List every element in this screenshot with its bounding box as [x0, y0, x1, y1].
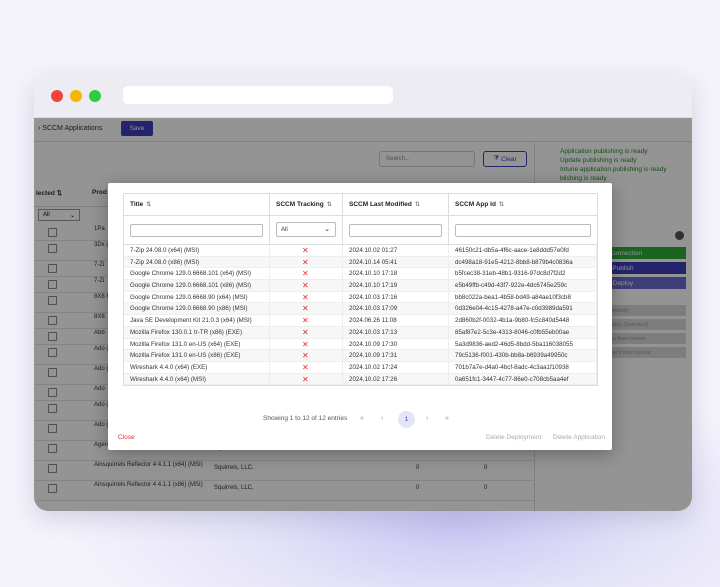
not-tracked-icon: ✕ [302, 257, 309, 267]
appid-cell: 2d860b2f-0032-4b1a-9b80-fc5c840d5448 [455, 317, 570, 325]
prev-page-icon[interactable]: ‹ [381, 415, 383, 422]
sort-icon: ⇅ [326, 202, 332, 208]
title-cell: Mozilla Firefox 131.0 en-US (x64) (EXE) [130, 340, 241, 348]
col-tracking-header[interactable]: SCCM Tracking ⇅ [270, 194, 343, 215]
title-cell: Java SE Development Kit 21.0.3 (x64) (MS… [130, 317, 252, 325]
modified-cell: 2024.10.02 01:27 [349, 247, 398, 254]
col-appid-header[interactable]: SCCM App Id ⇅ [449, 194, 597, 215]
deployment-modal: Title ⇅ SCCM Tracking ⇅ SCCM Last Modified… [108, 183, 612, 450]
not-tracked-icon: ✕ [302, 316, 309, 326]
not-tracked-icon: ✕ [302, 351, 309, 361]
app-area: › SCCM Applications Save Search... ⧩ Cle… [34, 118, 692, 511]
appid-cell: 5a3d9836-aed2-46d5-8bdd-5ba116038055 [455, 340, 573, 348]
modified-cell: 2024.10.03 17:13 [349, 328, 398, 336]
not-tracked-icon: ✕ [302, 292, 309, 302]
title-cell: Google Chrome 129.0.6668.90 (x86) (MSI) [130, 305, 248, 313]
sort-icon: ⇅ [414, 202, 420, 208]
page-button-current[interactable]: 1 [398, 411, 415, 428]
grid-header: Title ⇅ SCCM Tracking ⇅ SCCM Last Modified… [124, 194, 597, 216]
delete-application-button[interactable]: Delete Application [553, 434, 605, 441]
address-bar[interactable] [123, 86, 393, 104]
col-title-header[interactable]: Title ⇅ [124, 194, 270, 215]
grid-row[interactable]: Google Chrome 129.0.6668.90 (x64) (MSI) ✕… [124, 291, 597, 304]
minimize-window-dot[interactable] [70, 90, 82, 102]
tracking-filter-select[interactable]: All ⌄ [276, 222, 336, 237]
grid-body: 7-Zip 24.08.0 (x64) (MSI) ✕ 2024.10.02 01:… [124, 245, 597, 386]
title-cell: 7-Zip 24.08.0 (x64) (MSI) [130, 247, 200, 254]
grid-row[interactable]: Google Chrome 129.0.6668.90 (x86) (MSI) ✕… [124, 303, 597, 316]
grid-row[interactable]: Google Chrome 129.0.6668.101 (x64) (MSI)… [124, 268, 597, 281]
grid-row[interactable]: Mozilla Firefox 130.0.1 tr-TR (x86) (EXE… [124, 326, 597, 339]
sccm-grid: Title ⇅ SCCM Tracking ⇅ SCCM Last Modified… [123, 193, 598, 387]
appid-cell: 85af87e2-5c3e-4313-8046-c0fb55eb00ae [455, 328, 570, 336]
sort-icon: ⇅ [146, 202, 152, 208]
appid-cell: 46150c21-db5a-4f6c-aace-1e8ddd57e0fd [455, 247, 569, 254]
appid-cell: dc498a18-91e5-4212-8bb8-b879b4c0836a [455, 258, 573, 266]
title-filter-input[interactable] [130, 224, 263, 237]
maximize-window-dot[interactable] [89, 90, 101, 102]
not-tracked-icon: ✕ [302, 269, 309, 279]
not-tracked-icon: ✕ [302, 304, 309, 314]
grid-row[interactable]: Wireshark 4.4.0 (x64) (MSI) ✕ 2024.10.02 1… [124, 373, 597, 386]
modified-cell: 2024.10.09 17:31 [349, 352, 398, 360]
modified-cell: 2024.10.03 17:16 [349, 293, 398, 301]
title-cell: Google Chrome 129.0.6668.101 (x64) (MSI) [130, 270, 252, 278]
modified-cell: 2024.10.09 17:30 [349, 340, 398, 348]
title-cell: 7-Zip 24.08.0 (x86) (MSI) [130, 258, 200, 266]
close-button[interactable]: Close [118, 434, 135, 441]
appid-cell: 0a651fc1-3447-4c77-86e0-c708cb5aa4ef [455, 375, 569, 383]
browser-window: › SCCM Applications Save Search... ⧩ Cle… [34, 74, 692, 511]
appid-cell: e5b49ffb-c49d-43f7-922e-4dc6745e259c [455, 282, 568, 290]
delete-deployment-button[interactable]: Delete Deployment [486, 434, 541, 441]
appid-cell: bb8c022a-bea1-4b58-bd49-a84ae10f3cb8 [455, 293, 571, 301]
title-cell: Mozilla Firefox 130.0.1 tr-TR (x86) (EXE… [130, 328, 243, 336]
appid-cell: 0d326e04-4c15-4278-a47e-c0d3989da591 [455, 305, 573, 313]
grid-row[interactable]: Mozilla Firefox 131.0 en-US (x64) (EXE) ✕… [124, 338, 597, 351]
first-page-icon[interactable]: « [360, 415, 364, 422]
grid-row[interactable]: Mozilla Firefox 131.0 en-US (x86) (EXE) ✕… [124, 350, 597, 362]
title-cell: Wireshark 4.4.0 (x64) (EXE) [130, 363, 208, 371]
title-cell: Google Chrome 129.0.6668.90 (x64) (MSI) [130, 293, 248, 301]
next-page-icon[interactable]: › [426, 415, 428, 422]
chevron-down-icon: ⌄ [324, 226, 330, 233]
modified-cell: 2024.10.02 17:26 [349, 375, 398, 383]
not-tracked-icon: ✕ [302, 362, 309, 372]
not-tracked-icon: ✕ [302, 374, 309, 384]
appid-cell: b5fcec38-31eb-48b1-9316-97dc8d7f2d2 [455, 270, 566, 278]
pagination: Showing 1 to 12 of 12 entries « ‹ 1 › » [108, 411, 612, 428]
modified-cell: 2024.10.03 17:09 [349, 305, 398, 313]
modified-cell: 2024.10.10 17:19 [349, 282, 398, 290]
title-cell: Wireshark 4.4.0 (x64) (MSI) [130, 375, 206, 383]
appid-filter-input[interactable] [455, 224, 591, 237]
not-tracked-icon: ✕ [302, 339, 309, 349]
grid-row[interactable]: 7-Zip 24.08.0 (x86) (MSI) ✕ 2024.10.14 05:… [124, 256, 597, 269]
title-cell: Google Chrome 129.0.6668.101 (x86) (MSI) [130, 282, 252, 290]
close-window-dot[interactable] [51, 90, 63, 102]
not-tracked-icon: ✕ [302, 327, 309, 337]
grid-row[interactable]: Google Chrome 129.0.6668.101 (x86) (MSI)… [124, 280, 597, 292]
modified-cell: 2024.06.26 11:08 [349, 317, 397, 325]
modified-cell: 2024.10.14 05:41 [349, 258, 398, 266]
grid-row[interactable]: 7-Zip 24.08.0 (x64) (MSI) ✕ 2024.10.02 01:… [124, 245, 597, 257]
last-page-icon[interactable]: » [445, 415, 449, 422]
grid-row[interactable]: Java SE Development Kit 21.0.3 (x64) (MS… [124, 315, 597, 327]
pagination-info: Showing 1 to 12 of 12 entries [263, 415, 348, 422]
grid-row[interactable]: Wireshark 4.4.0 (x64) (EXE) ✕ 2024.10.02 1… [124, 361, 597, 374]
appid-cell: 701b7a7e-d4a0-4bcf-8adc-4c3aa1f10938 [455, 363, 569, 371]
modified-filter-input[interactable] [349, 224, 442, 237]
title-cell: Mozilla Firefox 131.0 en-US (x86) (EXE) [130, 352, 241, 360]
appid-cell: 79c5136-f001-430b-bb8a-b6939a49950c [455, 352, 568, 360]
modified-cell: 2024.10.10 17:18 [349, 270, 398, 278]
col-modified-header[interactable]: SCCM Last Modified ⇅ [343, 194, 449, 215]
sort-icon: ⇅ [498, 202, 504, 208]
browser-chrome [34, 74, 692, 118]
modified-cell: 2024.10.02 17:24 [349, 363, 398, 371]
not-tracked-icon: ✕ [302, 281, 309, 291]
not-tracked-icon: ✕ [302, 246, 309, 255]
grid-filter-row: All ⌄ [124, 216, 597, 245]
